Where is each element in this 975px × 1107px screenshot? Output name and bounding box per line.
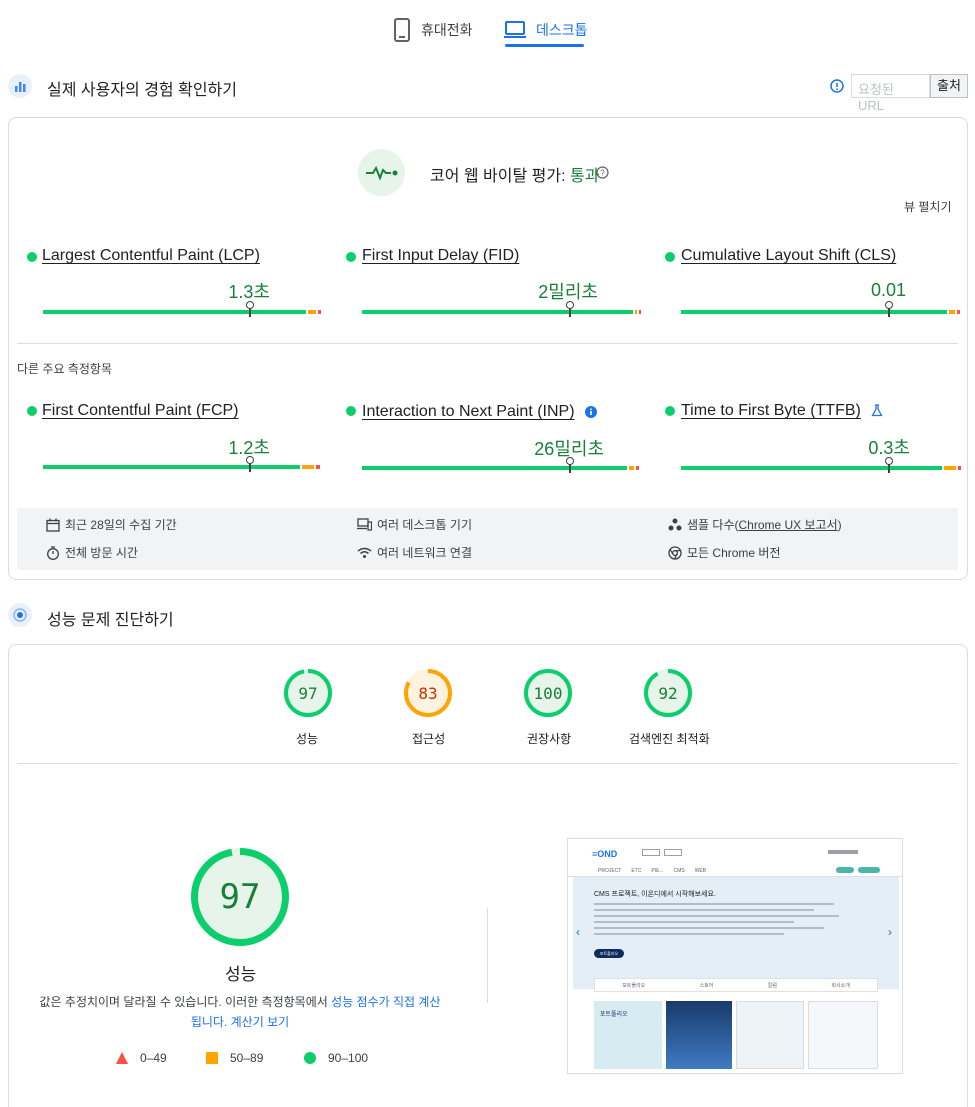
lighthouse-section-icon xyxy=(8,603,32,627)
info-samples: 샘플 다수(Chrome UX 보고서) xyxy=(668,516,842,533)
metric-lcp-bar xyxy=(43,310,321,314)
score-seo-label: 검색엔진 최적화 xyxy=(629,732,710,746)
svg-text:?: ? xyxy=(600,169,605,178)
wifi-icon xyxy=(357,547,372,558)
metric-fcp-value: 1.2초 xyxy=(228,438,270,458)
crux-section-icon xyxy=(8,74,32,98)
divider xyxy=(17,343,958,344)
score-accessibility-label: 접근성 xyxy=(412,732,446,746)
metric-inp-name[interactable]: Interaction to Next Paint (INP) xyxy=(362,403,575,421)
info-icon[interactable] xyxy=(830,79,844,93)
legend-average: 50–89 xyxy=(206,1051,263,1065)
info-collection-period: 최근 28일의 수집 기간 xyxy=(46,516,177,533)
info-network: 여러 네트워크 연결 xyxy=(357,544,472,561)
metric-ttfb-bar xyxy=(681,466,961,470)
info-devices: 여러 데스크톱 기기 xyxy=(357,516,472,533)
origin-button[interactable]: 출처 xyxy=(930,74,968,98)
status-dot xyxy=(346,406,356,416)
chevron-right-icon: › xyxy=(888,925,892,939)
info-chrome-versions: 모든 Chrome 버전 xyxy=(668,544,781,561)
info-icon[interactable] xyxy=(585,406,597,418)
legend-fail: 0–49 xyxy=(116,1051,167,1065)
triangle-icon xyxy=(116,1052,128,1064)
metric-fcp-marker xyxy=(246,456,254,472)
crux-report-link[interactable]: Chrome UX 보고서 xyxy=(739,518,838,532)
circle-icon xyxy=(304,1052,316,1064)
performance-label: 성능 xyxy=(225,965,257,984)
screenshot-tabs: 포트폴리오 스토어 칼럼 회사소개 xyxy=(594,978,878,992)
metric-ttfb-name[interactable]: Time to First Byte (TTFB) xyxy=(681,402,861,420)
screenshot-button: 포트폴리오 xyxy=(594,949,624,958)
metric-lcp-value: 1.3초 xyxy=(228,282,270,302)
chrome-icon xyxy=(668,545,682,560)
metric-inp-marker xyxy=(566,457,574,473)
cwv-badge xyxy=(358,149,405,196)
score-seo-value: 92 xyxy=(658,684,678,703)
requested-url-input[interactable]: 요청된 URL xyxy=(851,74,930,113)
status-dot xyxy=(665,252,675,262)
cwv-assessment: 코어 웹 바이탈 평가: 통과 xyxy=(430,168,600,185)
status-dot xyxy=(27,252,37,262)
square-icon xyxy=(206,1052,218,1064)
score-best-practices-label: 권장사항 xyxy=(527,732,572,746)
metric-lcp-marker xyxy=(246,301,254,317)
vertical-divider xyxy=(487,908,488,1003)
metric-ttfb-marker xyxy=(885,457,893,473)
tab-mobile-label: 휴대전화 xyxy=(421,22,473,38)
score-best-practices-value: 100 xyxy=(533,684,563,703)
tab-desktop-label: 데스크톱 xyxy=(536,22,588,38)
lab-section-title: 성능 문제 진단하기 xyxy=(47,612,174,629)
chevron-left-icon: ‹ xyxy=(576,925,580,939)
smartphone-icon xyxy=(394,18,410,42)
metric-inp-value: 26밀리초 xyxy=(534,439,604,459)
metric-lcp-name[interactable]: Largest Contentful Paint (LCP) xyxy=(42,247,260,265)
metric-inp-bar xyxy=(362,466,639,470)
other-metrics-label: 다른 주요 측정항목 xyxy=(17,362,112,376)
score-performance-value: 97 xyxy=(298,684,318,703)
metric-fid-value: 2밀리초 xyxy=(538,282,598,302)
page-screenshot: ≡OND PROJECT ETC PIE... CMS WEB CMS 프로젝트, 이온… xyxy=(567,838,903,1074)
score-note: 값은 추정치이며 달라질 수 있습니다. 이러한 측정항목에서 성능 점수가 직… xyxy=(39,995,441,1029)
active-tab-indicator xyxy=(505,44,584,47)
metric-cls-name[interactable]: Cumulative Layout Shift (CLS) xyxy=(681,247,896,265)
screenshot-logo: ≡OND xyxy=(592,849,618,859)
score-performance-label: 성능 xyxy=(296,732,319,746)
divider xyxy=(17,763,958,764)
metric-fcp-name[interactable]: First Contentful Paint (FCP) xyxy=(42,402,239,420)
metric-fid-name[interactable]: First Input Delay (FID) xyxy=(362,247,519,265)
performance-score-value: 97 xyxy=(219,877,261,917)
legend-pass: 90–100 xyxy=(304,1051,368,1065)
status-dot xyxy=(27,406,37,416)
metric-cls-bar xyxy=(681,310,960,314)
timer-icon xyxy=(47,545,59,560)
status-dot xyxy=(346,252,356,262)
info-visit-duration: 전체 방문 시간 xyxy=(46,544,138,561)
flask-icon xyxy=(871,404,883,417)
devices-icon xyxy=(357,518,372,531)
metric-ttfb-value: 0.3초 xyxy=(868,438,910,458)
score-accessibility-value: 83 xyxy=(418,684,438,703)
screenshot-headline: CMS 프로젝트, 이온디에서 시작해보세요. xyxy=(594,891,716,898)
metric-fid-marker xyxy=(566,301,574,317)
tab-mobile[interactable]: 휴대전화 xyxy=(393,10,473,50)
metric-fid-bar xyxy=(362,310,641,314)
metric-cls-marker xyxy=(885,301,893,317)
help-icon[interactable]: ? xyxy=(596,166,609,179)
field-section-title: 실제 사용자의 경험 확인하기 xyxy=(47,82,237,99)
calculator-link[interactable]: 계산기 보기 xyxy=(231,1015,290,1029)
metric-fcp-bar xyxy=(43,465,320,469)
calendar-icon xyxy=(46,518,60,532)
heartbeat-icon xyxy=(366,165,398,181)
metric-cls-value: 0.01 xyxy=(870,280,906,300)
scatter-icon xyxy=(668,518,682,530)
screenshot-panel-title: 포트폴리오 xyxy=(600,1012,628,1018)
expand-view-toggle[interactable]: 뷰 펼치기 xyxy=(904,198,952,215)
laptop-icon xyxy=(504,21,526,38)
status-dot xyxy=(665,406,675,416)
